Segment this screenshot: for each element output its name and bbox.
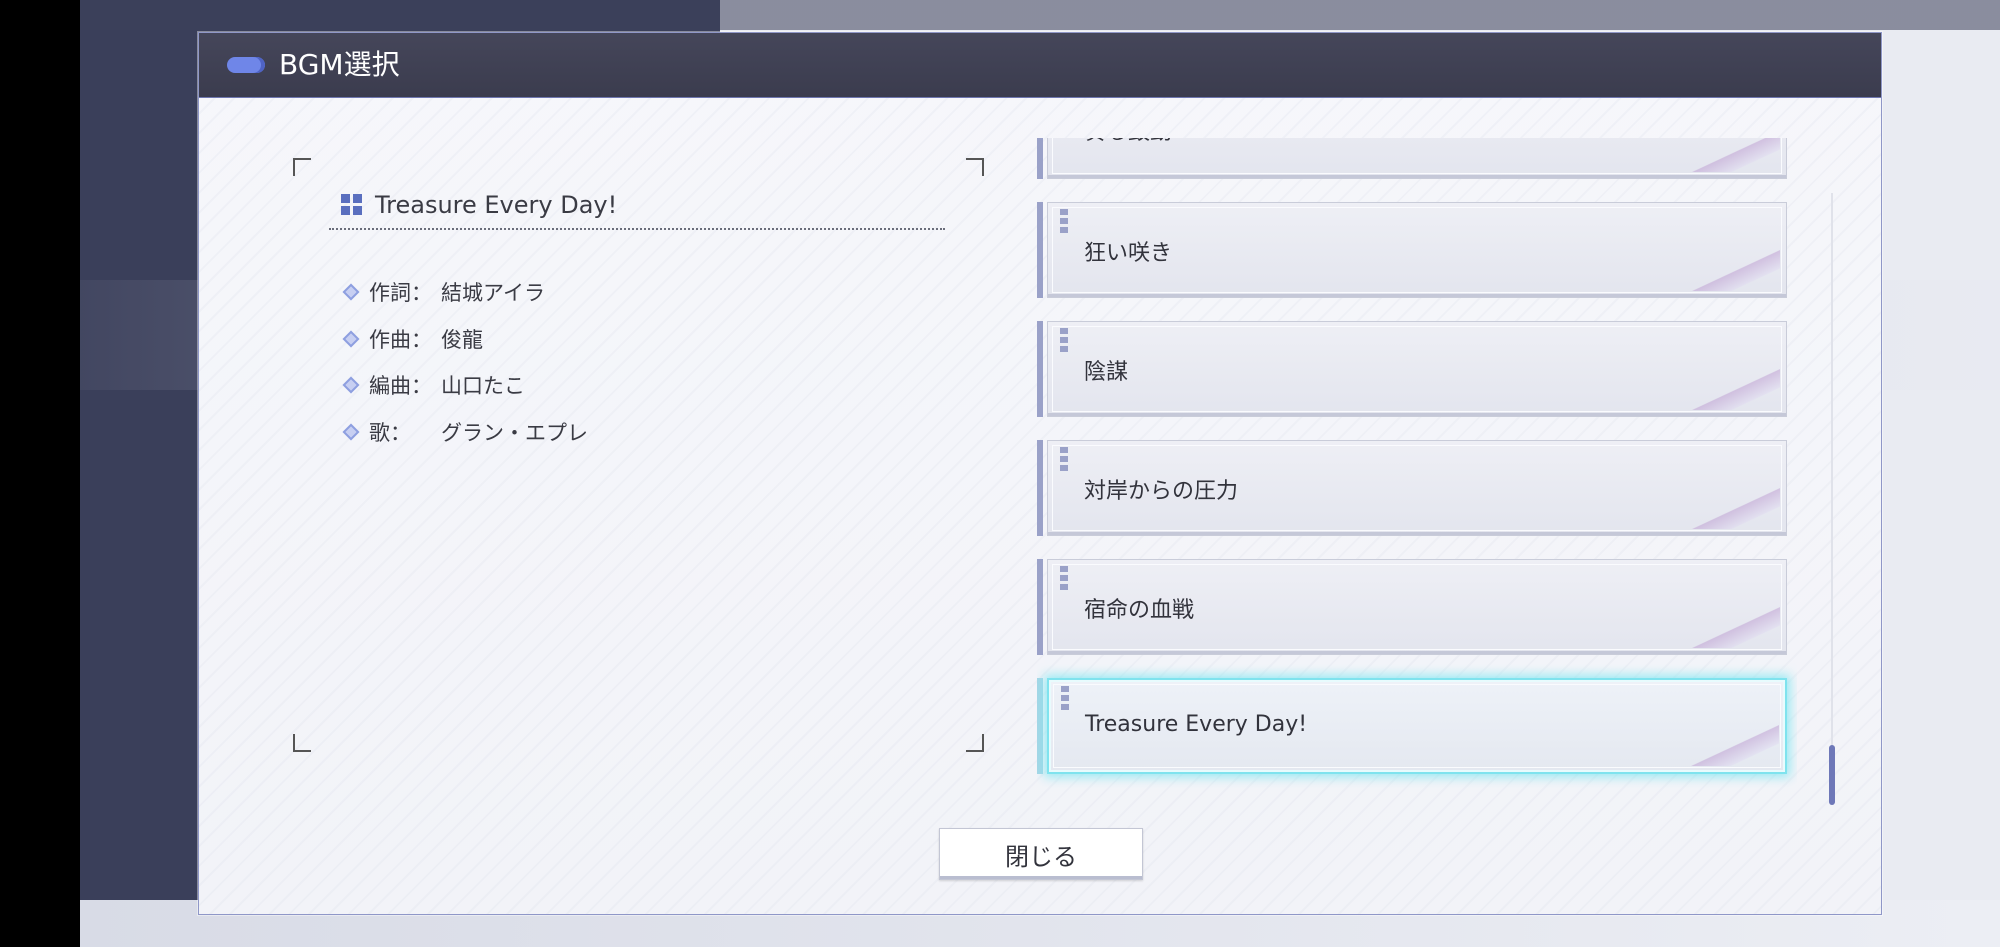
handle-icon	[1061, 686, 1069, 713]
corner-decoration	[1690, 360, 1780, 410]
diamond-icon	[342, 423, 360, 441]
credit-value: 山口たこ	[441, 374, 525, 398]
bgm-item-label: Treasure Every Day!	[1085, 712, 1308, 737]
diamond-icon	[342, 330, 360, 348]
frame-corner-top-right	[966, 158, 984, 176]
close-button[interactable]: 閉じる	[939, 828, 1143, 880]
handle-icon	[1060, 209, 1068, 236]
corner-decoration	[1690, 479, 1780, 529]
frame-corner-bottom-right	[966, 734, 984, 752]
frame-corner-top-left	[293, 158, 311, 176]
credit-value: グラン・エプレ	[441, 421, 588, 445]
bgm-item-label: 宿命の血戦	[1084, 598, 1195, 623]
credit-value: 結城アイラ	[441, 281, 545, 305]
bgm-list-item[interactable]: 対岸からの圧力	[1037, 440, 1789, 536]
bgm-list-item-selected[interactable]: Treasure Every Day!	[1037, 678, 1789, 774]
bgm-list-item[interactable]: 狂い咲き	[1037, 202, 1789, 298]
handle-icon	[1060, 566, 1068, 593]
credit-arranger: 編曲： 山口たこ	[341, 368, 525, 402]
title-pill-icon	[227, 57, 265, 73]
bgm-item-label: 対岸からの圧力	[1084, 479, 1239, 504]
corner-decoration	[1690, 598, 1780, 648]
scrollbar-track[interactable]	[1831, 193, 1833, 805]
grid-icon	[341, 194, 363, 216]
dotted-divider	[329, 228, 945, 230]
song-info-header: Treasure Every Day!	[341, 185, 617, 225]
handle-icon	[1060, 328, 1068, 355]
diamond-icon	[342, 376, 360, 394]
song-title: Treasure Every Day!	[375, 191, 618, 219]
credit-label: 歌：	[369, 421, 411, 445]
corner-decoration	[1690, 138, 1780, 172]
bgm-select-dialog: BGM選択 Treasure Every Day! 作詞： 結城アイラ 作曲： …	[198, 32, 1882, 915]
bgm-item-label: 奏る鼓動	[1084, 138, 1172, 146]
bgm-item-label: 陰謀	[1084, 360, 1129, 385]
credit-value: 俊龍	[441, 328, 483, 352]
credit-lyrics: 作詞： 結城アイラ	[341, 275, 545, 309]
credit-vocal: 歌： グラン・エプレ	[341, 415, 588, 449]
credit-label: 作詞：	[369, 281, 432, 305]
bgm-list[interactable]: 奏る鼓動 狂い咲き 陰謀 対岸からの圧力	[1037, 138, 1797, 828]
scrollbar-thumb[interactable]	[1829, 745, 1835, 805]
credit-composer: 作曲： 俊龍	[341, 322, 483, 356]
corner-decoration	[1689, 716, 1779, 766]
bgm-list-item[interactable]: 宿命の血戦	[1037, 559, 1789, 655]
dialog-titlebar: BGM選択	[199, 33, 1881, 98]
corner-decoration	[1690, 241, 1780, 291]
bgm-list-item[interactable]: 陰謀	[1037, 321, 1789, 417]
dialog-title: BGM選択	[279, 48, 400, 81]
bgm-item-label: 狂い咲き	[1084, 241, 1173, 266]
handle-icon	[1060, 447, 1068, 474]
frame-corner-bottom-left	[293, 734, 311, 752]
diamond-icon	[342, 283, 360, 301]
credit-label: 作曲：	[369, 328, 432, 352]
credit-label: 編曲：	[369, 374, 432, 398]
bgm-list-item[interactable]: 奏る鼓動	[1037, 138, 1789, 179]
